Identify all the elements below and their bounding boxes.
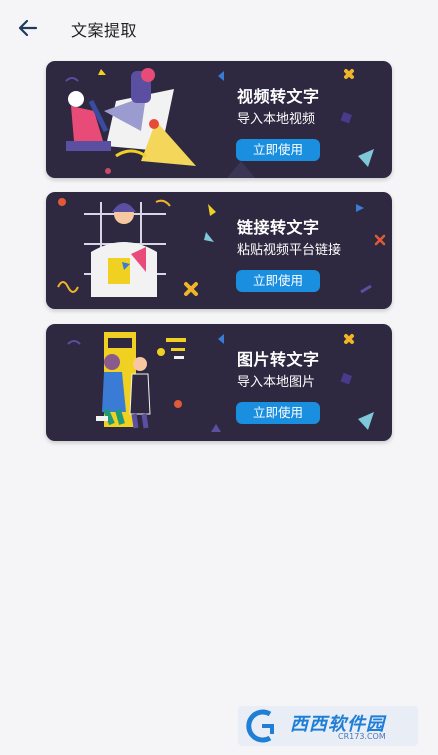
brand-logo-icon — [246, 709, 274, 743]
card-link-to-text[interactable]: 链接转文字 粘贴视频平台链接 立即使用 — [46, 192, 392, 309]
card-subtitle: 粘贴视频平台链接 — [237, 243, 342, 258]
card-subtitle: 导入本地图片 — [237, 375, 316, 390]
card-title: 图片转文字 — [237, 350, 320, 369]
app-header: 文案提取 — [0, 0, 438, 56]
card-title: 视频转文字 — [237, 87, 320, 106]
use-now-button[interactable]: 立即使用 — [236, 270, 320, 292]
page-title: 文案提取 — [71, 21, 138, 40]
use-now-button[interactable]: 立即使用 — [236, 139, 320, 161]
back-button[interactable] — [14, 14, 42, 42]
arrow-left-icon — [18, 19, 38, 37]
card-title: 链接转文字 — [237, 218, 320, 237]
image-illustration — [67, 332, 374, 432]
watermark-domain: CR173.COM — [338, 732, 386, 741]
use-now-button[interactable]: 立即使用 — [236, 402, 320, 424]
card-video-to-text[interactable]: 视频转文字 导入本地视频 立即使用 — [46, 61, 392, 178]
video-illustration — [65, 68, 374, 178]
watermark: 西西软件园 CR173.COM — [238, 706, 418, 746]
card-subtitle: 导入本地视频 — [237, 112, 316, 127]
card-image-to-text[interactable]: 图片转文字 导入本地图片 立即使用 — [46, 324, 392, 441]
